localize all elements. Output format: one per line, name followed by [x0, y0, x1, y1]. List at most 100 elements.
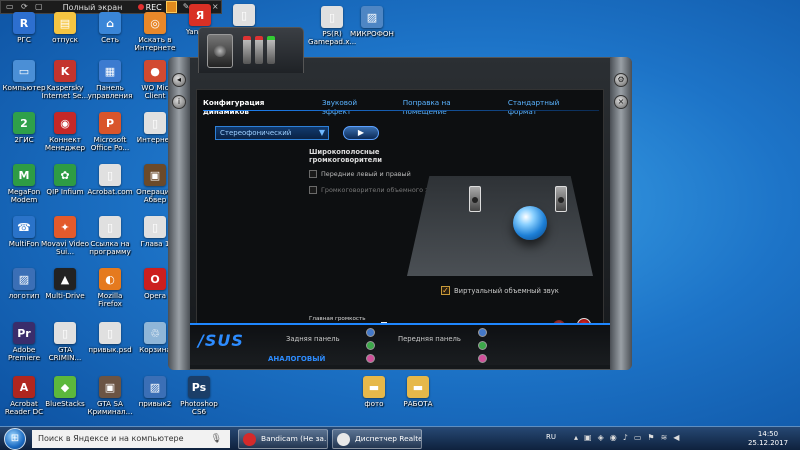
- virtual-surround-label: Виртуальный объемный звук: [454, 286, 559, 295]
- tray-network-icon[interactable]: ◈: [598, 433, 604, 442]
- tab-speaker-config[interactable]: Конфигурация динамиков: [203, 98, 300, 116]
- desktop-icon-panel[interactable]: ▦ Панель управления: [86, 60, 134, 104]
- desktop-icon-label: Сеть: [101, 36, 119, 44]
- right-speaker-icon: [555, 186, 567, 212]
- desktop-icon-set[interactable]: ⌂ Сеть: [86, 12, 134, 56]
- language-indicator[interactable]: RU: [546, 433, 556, 441]
- window-close-icon[interactable]: ×: [614, 95, 628, 109]
- desktop-icon-label: Photoshop CS6: [180, 400, 218, 416]
- tray-expand-icon[interactable]: ▴: [574, 433, 578, 442]
- gta-icon: ▯: [54, 322, 76, 344]
- desktop-icon-multidrive[interactable]: ▲ Multi-Drive: [41, 268, 89, 312]
- chevron-down-icon: ▼: [318, 128, 325, 137]
- virtual-surround-checkbox[interactable]: ✓: [441, 286, 450, 295]
- desktop-icon-label: Microsoft Office Po...: [90, 136, 130, 152]
- desktop-icon-bluestacks[interactable]: ◆ BlueStacks: [41, 376, 89, 420]
- abver-icon: ▣: [144, 164, 166, 186]
- privyk2-icon: ▨: [144, 376, 166, 398]
- tab-sound-effect[interactable]: Звуковой эффект: [322, 98, 381, 116]
- rec-button[interactable]: REC: [137, 3, 162, 12]
- desktop-icon-label: РАБОТА: [403, 400, 433, 408]
- tray-wifi-icon[interactable]: ≋: [661, 433, 668, 442]
- desktop-icon-kaspersky[interactable]: K Kaspersky Internet Se...: [41, 60, 89, 104]
- desktop-icon-label: Multi-Drive: [45, 292, 85, 300]
- front-port-green-icon[interactable]: [478, 341, 487, 350]
- firefox-icon: ◐: [99, 268, 121, 290]
- clock-date: 25.12.2017: [747, 439, 789, 447]
- panel-icon: ▦: [99, 60, 121, 82]
- back-icon[interactable]: ◂: [172, 73, 186, 87]
- 2gis-icon: 2: [13, 112, 35, 134]
- surround-checkbox[interactable]: [309, 186, 317, 194]
- tray-app-icon[interactable]: ▣: [584, 433, 592, 442]
- main-volume-label: Главная громкость: [309, 316, 366, 322]
- desktop-icon-gta[interactable]: ▯ GTA CRIMIN...: [41, 322, 89, 366]
- port-green-icon[interactable]: [366, 341, 375, 350]
- korzina-icon: ♲: [144, 322, 166, 344]
- info-icon[interactable]: i: [172, 95, 186, 109]
- msoffice-icon: P: [99, 112, 121, 134]
- desktop-icon-label: Movavi Video Sui...: [41, 240, 89, 256]
- desktop-icon-movavi[interactable]: ✦ Movavi Video Sui...: [41, 216, 89, 260]
- set-icon: ⌂: [99, 12, 121, 34]
- settings-icon[interactable]: ⚙: [614, 73, 628, 87]
- desktop-icon-ssylka[interactable]: ▯ Ссылка на программу: [86, 216, 134, 260]
- front-lr-label: Передние левый и правый: [321, 170, 411, 178]
- qip-icon: ✿: [54, 164, 76, 186]
- start-button[interactable]: ⊞: [4, 428, 26, 450]
- desktop-icon-otpusk[interactable]: ▤ отпуск: [41, 12, 89, 56]
- glava-icon: ▯: [144, 216, 166, 238]
- tray-speaker-icon[interactable]: ◀: [673, 433, 679, 442]
- tray-flag-icon[interactable]: ⚑: [647, 433, 654, 442]
- logotip-icon: ▨: [13, 268, 35, 290]
- taskbar-item-bandicam[interactable]: Bandicam (Не за...: [238, 429, 328, 449]
- desktop-icon-msoffice[interactable]: P Microsoft Office Po...: [86, 112, 134, 156]
- device-tab[interactable]: [198, 27, 304, 73]
- tab-room-correction[interactable]: Поправка на помещение: [403, 98, 486, 116]
- tray-security-icon[interactable]: ◉: [610, 433, 617, 442]
- front-port-blue-icon[interactable]: [478, 328, 487, 337]
- tab-standard-format[interactable]: Стандартный формат: [508, 98, 581, 116]
- tray-battery-icon[interactable]: ▭: [634, 433, 642, 442]
- taskbar-item-label: Bandicam (Не за...: [261, 434, 328, 443]
- front-port-pink-icon[interactable]: [478, 354, 487, 363]
- opera-icon: O: [144, 268, 166, 290]
- jack-icons: [243, 36, 275, 64]
- taskbar: ⊞ Поиск в Яндексе и на компьютере 🎙 Band…: [0, 426, 800, 450]
- desktop-icon-label: GTA SA Криминал...: [87, 400, 133, 416]
- multidrive-icon: ▲: [54, 268, 76, 290]
- jack-icon: [255, 36, 263, 64]
- desktop-icon-acrobat[interactable]: ▯ Acrobat.com: [86, 164, 134, 208]
- front-lr-option[interactable]: Передние левый и правый: [309, 170, 411, 178]
- desktop-icon-gtasa[interactable]: ▣ GTA SA Криминал...: [86, 376, 134, 420]
- clock[interactable]: 14:50 25.12.2017: [746, 430, 790, 448]
- desktop-icon-label: фото: [364, 400, 384, 408]
- computer-icon: ▭: [13, 60, 35, 82]
- microphone-icon[interactable]: 🎙: [211, 430, 222, 448]
- port-pink-icon[interactable]: [366, 354, 375, 363]
- port-blue-icon[interactable]: [366, 328, 375, 337]
- front-lr-checkbox[interactable]: [309, 170, 317, 178]
- desktop-icon-konnekt[interactable]: ◉ Коннект Менеджер: [41, 112, 89, 156]
- play-button[interactable]: ▶: [343, 126, 379, 140]
- desktop-icon-foto[interactable]: ▬ фото: [350, 376, 398, 420]
- desktop-icon-label: Acrobat.com: [87, 188, 133, 196]
- desktop-icon-rabota[interactable]: ▬ РАБОТА: [394, 376, 442, 420]
- speaker-mode-select[interactable]: Стереофонический ▼: [215, 126, 329, 140]
- desktop-icon-qip[interactable]: ✿ QIP Infium: [41, 164, 89, 208]
- search-input[interactable]: Поиск в Яндексе и на компьютере 🎙: [32, 430, 230, 448]
- left-rail: ◂ i: [168, 57, 190, 370]
- taskbar-item-realtek[interactable]: Диспетчер Realte...: [332, 429, 422, 449]
- desktop-icon-label: Mozilla Firefox: [97, 292, 123, 308]
- yandex-icon: Я: [189, 4, 211, 26]
- surround-option[interactable]: Громкоговорители объемного звука: [309, 186, 444, 194]
- tray-volume-icon[interactable]: ♪: [623, 433, 628, 442]
- desktop-icon-firefox[interactable]: ◐ Mozilla Firefox: [86, 268, 134, 312]
- desktop-icon-photoshop[interactable]: Ps Photoshop CS6: [175, 376, 223, 420]
- rabota-icon: ▬: [407, 376, 429, 398]
- desktop-icon-label: Kaspersky Internet Se...: [41, 84, 89, 100]
- front-panel-label: Передняя панель: [398, 335, 461, 343]
- desktop-icon-privyk[interactable]: ▯ привык.psd: [86, 322, 134, 366]
- desktop-icon-privyk2[interactable]: ▨ привык2: [131, 376, 179, 420]
- virtual-surround-option[interactable]: ✓ Виртуальный объемный звук: [441, 286, 559, 295]
